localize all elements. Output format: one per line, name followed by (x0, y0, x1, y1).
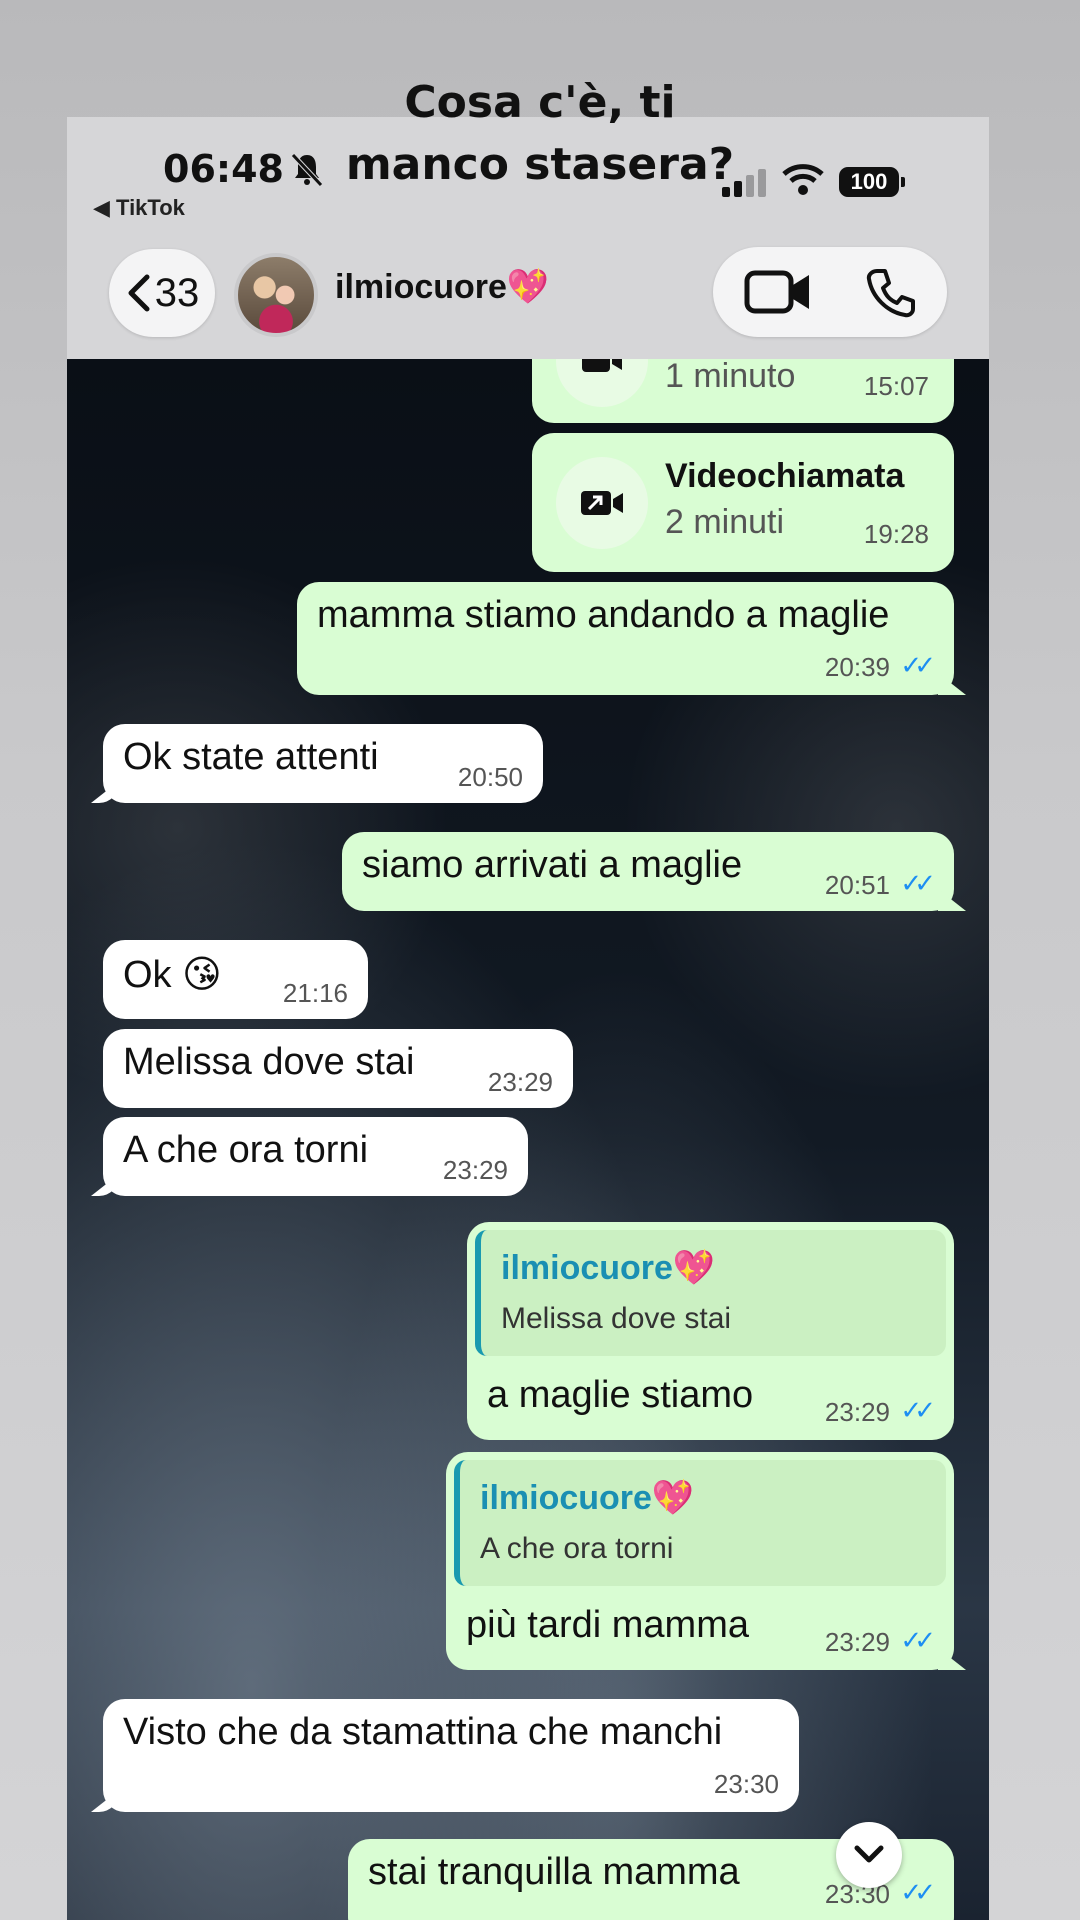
incoming-message[interactable]: Ok state attenti 20:50 (103, 724, 543, 803)
quoted-message[interactable]: ilmiocuore💖 Melissa dove stai (475, 1230, 946, 1356)
call-buttons (713, 247, 947, 337)
read-ticks-icon: ✓✓ (900, 1625, 935, 1655)
video-caption: Cosa c'è, ti manco stasera? (0, 72, 1080, 196)
read-ticks-icon: ✓✓ (900, 868, 935, 898)
read-ticks-icon: ✓✓ (900, 1877, 935, 1907)
unread-count: 33 (154, 270, 200, 315)
contact-name[interactable]: ilmiocuore💖 (335, 267, 549, 307)
call-duration: 1 minuto (665, 357, 796, 395)
back-button[interactable]: 33 (109, 249, 215, 337)
outgoing-message[interactable]: siamo arrivati a maglie 20:51 ✓✓ (342, 832, 954, 911)
message-text: Visto che da stamattina che manchi (123, 1711, 723, 1753)
message-time: 21:16 (282, 978, 348, 1008)
avatar[interactable] (234, 253, 318, 337)
read-ticks-icon: ✓✓ (900, 650, 935, 680)
message-text: più tardi mamma (466, 1604, 749, 1646)
video-call-icon[interactable] (743, 267, 813, 317)
incoming-message[interactable]: Visto che da stamattina che manchi 23:30 (103, 1699, 799, 1812)
chat-area: 1 minuto 15:07 Videochiamata 2 minuti 19… (67, 315, 989, 1920)
message-time: 23:30 (713, 1769, 779, 1799)
incoming-message[interactable]: Ok 😘 21:16 (103, 940, 368, 1019)
quote-author: ilmiocuore💖 (501, 1249, 716, 1287)
message-text: mamma stiamo andando a maglie (317, 594, 890, 636)
call-duration: 2 minuti (665, 503, 785, 541)
message-time: 19:28 (863, 519, 929, 549)
message-time: 15:07 (863, 371, 929, 401)
message-time: 23:29 (487, 1067, 553, 1097)
back-to-tiktok[interactable]: ◀ TikTok (93, 195, 185, 221)
message-text: Ok state attenti (123, 736, 379, 778)
outgoing-message[interactable]: mamma stiamo andando a maglie 20:39 ✓✓ (297, 582, 954, 695)
caption-line-1: Cosa c'è, ti (404, 77, 676, 128)
voice-call-icon[interactable] (863, 265, 919, 321)
message-text: Ok 😘 (123, 954, 222, 996)
quote-author: ilmiocuore💖 (480, 1479, 695, 1517)
outgoing-reply-message[interactable]: ilmiocuore💖 A che ora torni più tardi ma… (446, 1452, 954, 1670)
phone-screen: 06:48 ◀ TikTok 100 33 ilmiocuore💖 1 minu… (67, 117, 989, 1920)
quoted-message[interactable]: ilmiocuore💖 A che ora torni (454, 1460, 946, 1586)
call-title: Videochiamata (665, 457, 905, 495)
message-time: 23:29 (824, 1397, 890, 1427)
message-text: stai tranquilla mamma (368, 1851, 740, 1893)
video-call-outgoing-icon (581, 491, 623, 515)
message-text: siamo arrivati a maglie (362, 844, 743, 886)
message-text: a maglie stiamo (487, 1374, 754, 1416)
message-time: 20:50 (457, 762, 523, 792)
scroll-to-bottom-button[interactable] (836, 1822, 902, 1888)
message-time: 23:29 (824, 1627, 890, 1657)
incoming-message[interactable]: Melissa dove stai 23:29 (103, 1029, 573, 1108)
read-ticks-icon: ✓✓ (900, 1395, 935, 1425)
incoming-message[interactable]: A che ora torni 23:29 (103, 1117, 528, 1196)
chevron-down-icon (854, 1845, 884, 1863)
caption-line-2: manco stasera? (345, 139, 735, 190)
message-time: 20:51 (824, 870, 890, 900)
message-text: Melissa dove stai (123, 1041, 415, 1083)
quote-text: Melissa dove stai (501, 1302, 732, 1335)
outgoing-reply-message[interactable]: ilmiocuore💖 Melissa dove stai a maglie s… (467, 1222, 954, 1440)
message-time: 23:29 (442, 1155, 508, 1185)
quote-text: A che ora torni (480, 1532, 674, 1565)
call-bubble[interactable]: Videochiamata 2 minuti 19:28 (532, 433, 954, 572)
message-time: 20:39 (824, 652, 890, 682)
message-text: A che ora torni (123, 1129, 369, 1171)
chevron-left-icon (128, 274, 150, 312)
call-icon-circle (556, 457, 648, 549)
